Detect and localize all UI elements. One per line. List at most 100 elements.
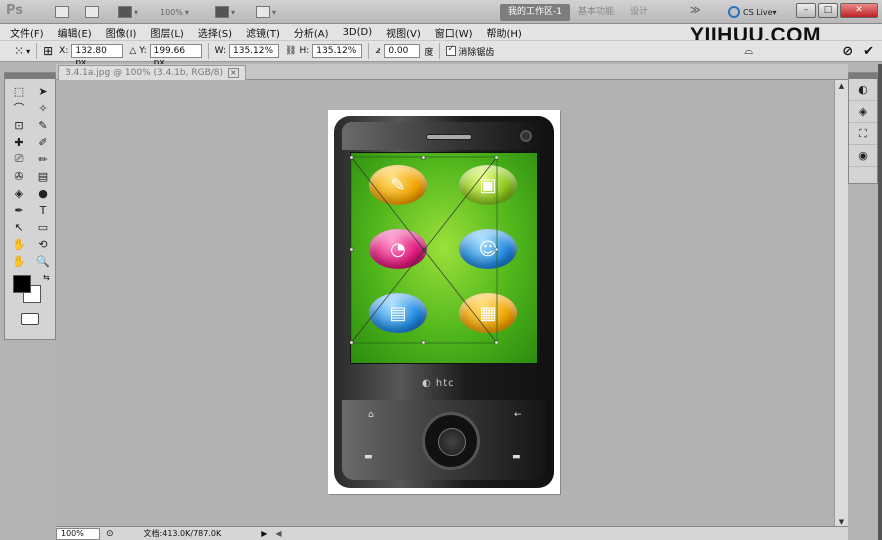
close-document-icon[interactable]: × xyxy=(228,68,239,78)
phone-image: ✎ ▣ ◔ ☺ ▤ ▦ ◐ htc ⌂ ← ▬ ▬ xyxy=(334,116,554,488)
quick-mask-icon[interactable] xyxy=(21,313,39,325)
blur-tool-icon[interactable]: ◈ xyxy=(8,185,30,201)
width-scale-field[interactable]: 135.12% xyxy=(229,44,280,58)
rotate-angle-field[interactable]: 0.00 xyxy=(384,44,421,58)
hand-tool-icon[interactable]: ✋ xyxy=(8,253,30,269)
history-brush-tool-icon[interactable]: ✏ xyxy=(32,151,54,167)
pencil-app-icon: ✎ xyxy=(369,165,427,205)
foreground-color-swatch[interactable] xyxy=(13,275,31,293)
clone-stamp-tool-icon[interactable]: ⎚ xyxy=(8,151,30,167)
menu-image[interactable]: 图像(I) xyxy=(106,25,137,40)
preset-dropdown-arrow-icon[interactable]: ▾ xyxy=(26,47,30,56)
menu-filter[interactable]: 滤镜(T) xyxy=(246,25,280,40)
color-panel-icon[interactable]: ◐ xyxy=(849,79,877,101)
launch-bridge-button[interactable] xyxy=(55,4,69,20)
phone-screen: ✎ ▣ ◔ ☺ ▤ ▦ xyxy=(350,152,538,364)
menu-help[interactable]: 帮助(H) xyxy=(487,25,522,40)
zoom-tool-icon[interactable]: 🔍 xyxy=(32,253,54,269)
cs-live-button[interactable]: CS Live▾ xyxy=(728,4,777,20)
workspace-tab-design[interactable]: 设计 xyxy=(622,4,656,21)
layers-panel-icon[interactable]: ◈ xyxy=(849,101,877,123)
vertical-scrollbar[interactable]: ▲ ▼ xyxy=(834,80,848,528)
warp-mode-icon[interactable]: ⌓ xyxy=(744,44,753,58)
type-tool-icon[interactable]: T xyxy=(32,202,54,218)
options-bar: ⁙ ▾ ⊞ X: 132.80 px △ Y: 199.66 px W: 135… xyxy=(0,40,882,68)
menu-file[interactable]: 文件(F) xyxy=(10,25,44,40)
document-canvas[interactable]: ✎ ▣ ◔ ☺ ▤ ▦ ◐ htc ⌂ ← ▬ ▬ xyxy=(328,110,560,494)
arrange-documents-button[interactable]: ▾ xyxy=(215,4,235,20)
document-tab[interactable]: 3.4.1a.jpg @ 100% (3.4.1b, RGB/8) × xyxy=(58,65,246,80)
move-tool-icon[interactable]: ➤ xyxy=(32,83,54,99)
pen-tool-icon[interactable]: ✒ xyxy=(8,202,30,218)
phone-camera xyxy=(520,130,532,142)
menu-select[interactable]: 选择(S) xyxy=(198,25,232,40)
launch-mini-bridge-button[interactable] xyxy=(85,4,99,20)
menu-layer[interactable]: 图层(L) xyxy=(150,25,183,40)
maximize-button[interactable]: □ xyxy=(818,3,838,18)
menu-analysis[interactable]: 分析(A) xyxy=(294,25,329,40)
quick-selection-tool-icon[interactable]: ✧ xyxy=(32,100,54,116)
call-button-icon: ▬ xyxy=(364,452,373,462)
link-proportions-icon[interactable]: ⛓ xyxy=(285,46,296,56)
menu-3d[interactable]: 3D(D) xyxy=(343,27,373,38)
w-label: W: xyxy=(214,46,227,56)
document-info: 文档:413.0K/787.0K xyxy=(143,529,222,538)
crop-tool-icon[interactable]: ⊡ xyxy=(8,117,30,133)
scroll-up-icon[interactable]: ▲ xyxy=(835,80,848,92)
menu-view[interactable]: 视图(V) xyxy=(386,25,421,40)
transform-panel-icon[interactable]: ⛶ xyxy=(849,123,877,145)
menu-window[interactable]: 窗口(W) xyxy=(435,25,473,40)
reference-point-icon[interactable]: ⊞ xyxy=(43,44,53,58)
more-workspaces-icon[interactable]: ≫ xyxy=(690,5,700,16)
shape-tool-icon[interactable]: ▭ xyxy=(32,219,54,235)
home-button-icon: ⌂ xyxy=(368,410,374,420)
address-book-app-icon: ▤ xyxy=(369,293,427,333)
relative-position-icon[interactable]: △ xyxy=(129,46,136,56)
right-edge-bar xyxy=(878,64,882,540)
screen-mode-button[interactable]: ▾ xyxy=(256,4,276,20)
person-app-icon: ☺ xyxy=(459,229,517,269)
tools-panel: ⬚ ➤ ⌒ ✧ ⊡ ✎ ✚ ✐ ⎚ ✏ ✇ ▤ ◈ ● ✒ T ↖ ▭ ✋ ⟲ … xyxy=(4,72,56,340)
ps-logo: Ps xyxy=(6,3,24,18)
swap-colors-icon[interactable]: ⇆ xyxy=(43,273,50,282)
view-extras-button[interactable]: ▾ xyxy=(118,4,138,20)
zoom-field[interactable]: 100% xyxy=(56,527,100,540)
x-position-field[interactable]: 132.80 px xyxy=(71,44,124,68)
antialias-checkbox[interactable] xyxy=(446,44,457,56)
angle-unit-label: 度 xyxy=(424,47,434,58)
scroll-left-icon[interactable]: ◀ xyxy=(275,529,281,538)
eraser-tool-icon[interactable]: ✇ xyxy=(8,168,30,184)
zoom-level-dropdown[interactable]: 100% ▾ xyxy=(160,4,189,20)
marquee-tool-icon[interactable]: ⬚ xyxy=(8,83,30,99)
pie-chart-app-icon: ◔ xyxy=(369,229,427,269)
workspace-tab-essentials[interactable]: 基本功能 xyxy=(570,4,622,21)
commit-transform-icon[interactable]: ✔ xyxy=(863,44,874,59)
window-controls: – □ ✕ xyxy=(796,3,878,18)
3d-panel-icon[interactable]: ◉ xyxy=(849,145,877,167)
healing-brush-tool-icon[interactable]: ✚ xyxy=(8,134,30,150)
height-scale-field[interactable]: 135.12% xyxy=(312,44,363,58)
phone-speaker xyxy=(426,134,472,140)
3d-orbit-tool-icon[interactable]: ⟲ xyxy=(32,236,54,252)
cancel-transform-icon[interactable]: ⊘ xyxy=(842,44,853,59)
x-label: X: xyxy=(59,46,69,56)
calendar-app-icon: ▦ xyxy=(459,293,517,333)
status-bar: 100% ⊙ 文档:413.0K/787.0K ▶ ◀ xyxy=(56,526,848,540)
dodge-tool-icon[interactable]: ● xyxy=(32,185,54,201)
zoom-preview-icon[interactable]: ⊙ xyxy=(106,529,114,539)
menu-edit[interactable]: 编辑(E) xyxy=(58,25,92,40)
brush-tool-icon[interactable]: ✐ xyxy=(32,134,54,150)
eyedropper-tool-icon[interactable]: ✎ xyxy=(32,117,54,133)
close-button[interactable]: ✕ xyxy=(840,3,878,18)
workspace-tab-custom[interactable]: 我的工作区-1 xyxy=(500,4,570,21)
transform-tool-preset-icon[interactable]: ⁙ xyxy=(14,44,24,58)
path-selection-tool-icon[interactable]: ↖ xyxy=(8,219,30,235)
3d-rotate-tool-icon[interactable]: ✋ xyxy=(8,236,30,252)
panel-dock: ◐ ◈ ⛶ ◉ xyxy=(848,72,878,184)
y-label: Y: xyxy=(139,46,147,56)
status-menu-arrow-icon[interactable]: ▶ xyxy=(261,529,267,538)
minimize-button[interactable]: – xyxy=(796,3,816,18)
lasso-tool-icon[interactable]: ⌒ xyxy=(8,100,30,116)
y-position-field[interactable]: 199.66 px xyxy=(149,44,202,68)
gradient-tool-icon[interactable]: ▤ xyxy=(32,168,54,184)
